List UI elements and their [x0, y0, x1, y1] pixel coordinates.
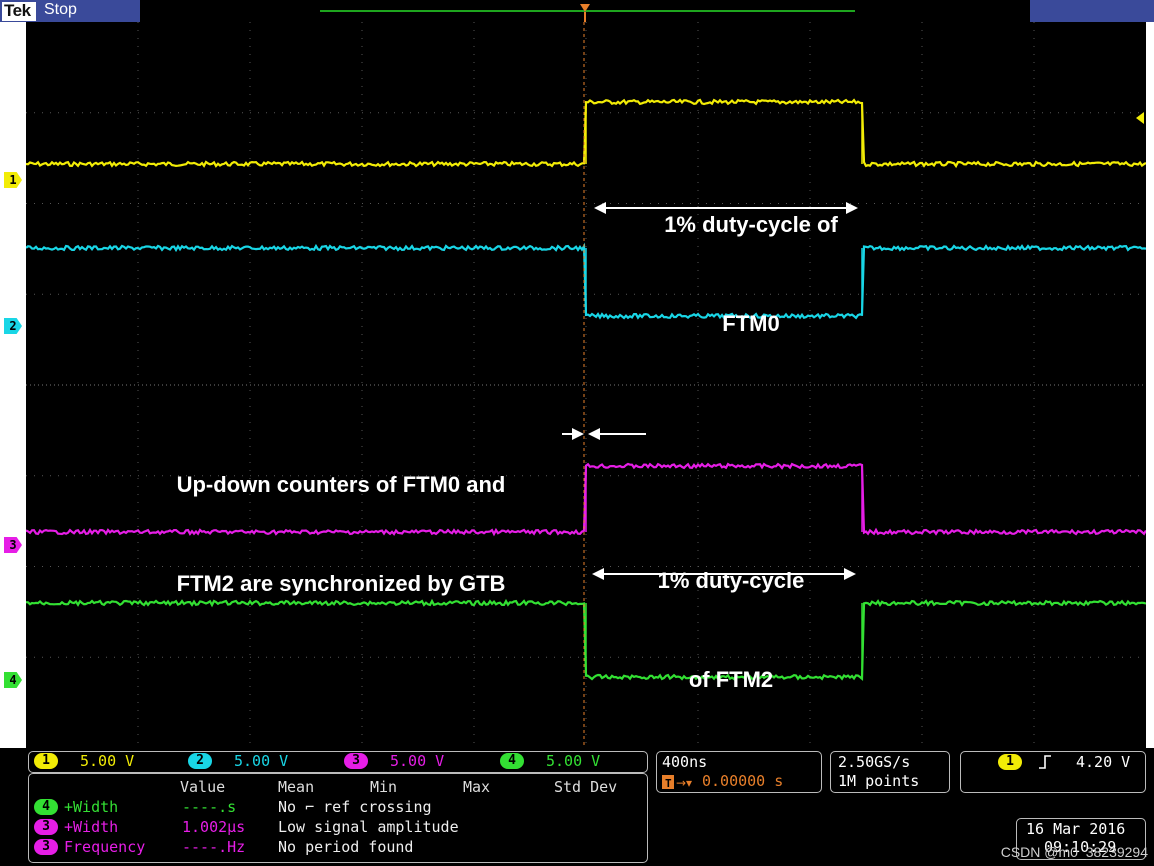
- meas-row2-source-badge: 3: [34, 819, 58, 835]
- ftm0-duty-line1: 1% duty-cycle of: [664, 212, 838, 237]
- sample-rate[interactable]: 2.50GS/s: [838, 753, 910, 771]
- ch4-scale[interactable]: 5.00 V: [546, 752, 600, 770]
- meas-row1-value: ----.s: [182, 798, 237, 816]
- date: 16 Mar 2016: [1026, 820, 1126, 838]
- meas-header-mean: Mean: [278, 778, 315, 796]
- meas-row2-name: +Width: [64, 818, 119, 836]
- waveform-graticule: 1% duty-cycle of FTM0 Up-down counters o…: [26, 22, 1146, 748]
- ch2-scale[interactable]: 5.00 V: [234, 752, 288, 770]
- horizontal-position[interactable]: 0.00000 s: [702, 772, 783, 790]
- record-overview: [140, 0, 1030, 22]
- meas-row3-name: Frequency: [64, 838, 146, 856]
- ch3-scale[interactable]: 5.00 V: [390, 752, 444, 770]
- sync-label: Up-down counters of FTM0 and FTM2 are sy…: [126, 402, 556, 666]
- ftm2-duty-line1: 1% duty-cycle: [657, 568, 805, 593]
- ch3-badge[interactable]: 3: [344, 753, 368, 769]
- ch1-ground-marker[interactable]: 1: [4, 172, 22, 188]
- readout-panel: 1 5.00 V 2 5.00 V 3 5.00 V 4 5.00 V Valu…: [0, 748, 1154, 866]
- meas-header-max: Max: [463, 778, 491, 796]
- timebase-scale[interactable]: 400ns: [662, 753, 707, 771]
- svg-text:→▾: →▾: [676, 776, 692, 790]
- ftm2-duty-line2: of FTM2: [688, 667, 774, 692]
- sync-line1: Up-down counters of FTM0 and: [176, 472, 506, 497]
- trigger-source-badge[interactable]: 1: [998, 754, 1022, 770]
- watermark: CSDN @m0_38239294: [1000, 844, 1148, 860]
- brand-logo: Tek: [4, 1, 31, 20]
- meas-header-stddev: Std Dev: [554, 778, 618, 796]
- ch2-badge[interactable]: 2: [188, 753, 212, 769]
- status-bar: Tek Stop: [0, 0, 1154, 22]
- acquisition-status: Stop: [44, 1, 77, 18]
- ftm2-width-arrow-head-left: [592, 568, 604, 580]
- meas-row1-source-badge: 4: [34, 799, 58, 815]
- meas-row3-note: No period found: [278, 838, 414, 856]
- sync-arrow-right-head: [588, 428, 600, 440]
- horizontal-position-icon: T →▾: [662, 774, 702, 790]
- sync-arrow-left-head: [572, 428, 584, 440]
- ch4-badge[interactable]: 4: [500, 753, 524, 769]
- meas-row3-value: ----.Hz: [182, 838, 246, 856]
- ftm0-duty-line2: FTM0: [722, 311, 780, 336]
- meas-header-min: Min: [370, 778, 398, 796]
- record-length[interactable]: 1M points: [838, 772, 919, 790]
- meas-row1-name: +Width: [64, 798, 119, 816]
- ch2-ground-marker[interactable]: 2: [4, 318, 22, 334]
- ch1-scale[interactable]: 5.00 V: [80, 752, 134, 770]
- ch3-ground-marker[interactable]: 3: [4, 537, 22, 553]
- oscilloscope-display: Tek Stop 1 2 3 4 1% duty-cycle of FTM0 U…: [0, 0, 1154, 866]
- meas-row1-note: No ⌐ ref crossing: [278, 798, 432, 816]
- trigger-position-icon: [580, 0, 590, 22]
- ftm2-duty-label: 1% duty-cycle of FTM2: [611, 498, 851, 748]
- ftm0-duty-label: 1% duty-cycle of FTM0: [601, 142, 901, 406]
- meas-row3-source-badge: 3: [34, 839, 58, 855]
- trigger-level[interactable]: 4.20 V: [1076, 753, 1130, 771]
- rising-edge-icon: [1038, 754, 1052, 770]
- ch4-ground-marker[interactable]: 4: [4, 672, 22, 688]
- sync-line2: FTM2 are synchronized by GTB: [176, 571, 506, 596]
- meas-row2-note: Low signal amplitude: [278, 818, 459, 836]
- ch1-badge[interactable]: 1: [34, 753, 58, 769]
- svg-text:T: T: [665, 777, 672, 790]
- meas-row2-value: 1.002µs: [182, 818, 246, 836]
- trigger-level-icon: [1134, 112, 1144, 124]
- meas-header-value: Value: [180, 778, 226, 796]
